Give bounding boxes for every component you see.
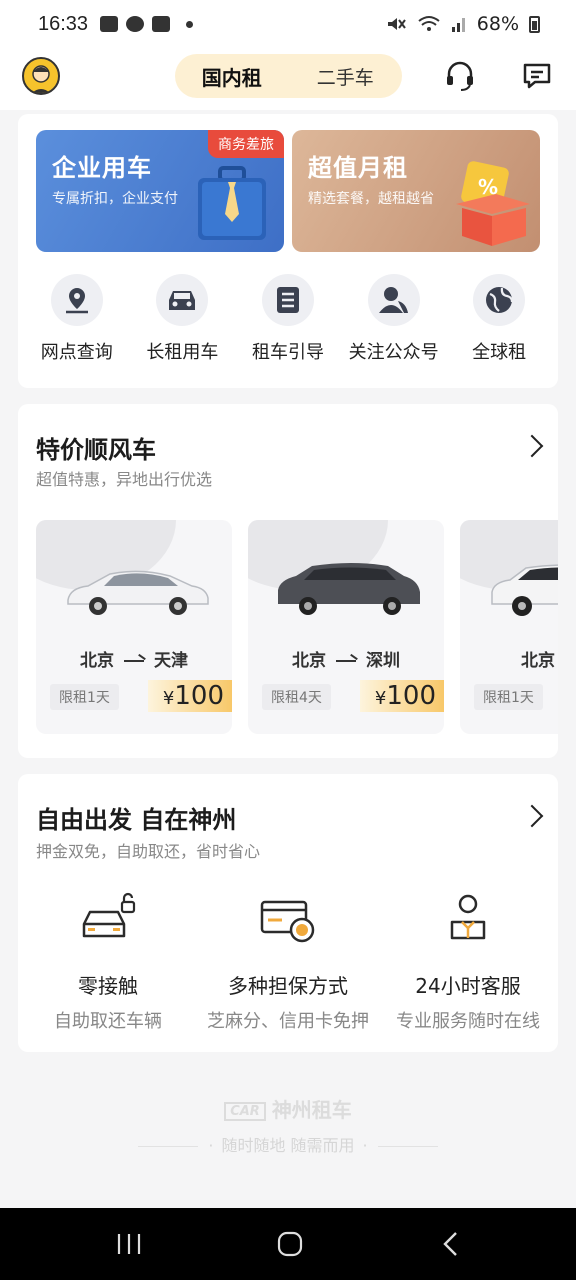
feature-subtitle: 芝麻分、信用卡免押: [207, 1011, 369, 1032]
monthly-rental-banner[interactable]: 超值月租 精选套餐，越租越省 %: [292, 130, 540, 252]
feature-item: 多种担保方式 芝麻分、信用卡免押: [198, 892, 378, 1033]
arrow-right-icon: [336, 660, 356, 662]
banner-title: 企业用车: [52, 154, 152, 182]
route-to: 深圳: [366, 651, 400, 671]
agent-icon: [450, 894, 486, 940]
chevron-right-icon[interactable]: [520, 434, 544, 458]
briefcase-icon: [198, 166, 266, 240]
quick-link-label: 全球租: [472, 342, 527, 363]
back-icon[interactable]: [440, 1230, 460, 1258]
features-card: 自由出发 自在神州 押金双免，自助取还，省时省心 零接触 自助取还车辆 多种担保: [18, 774, 558, 1052]
wifi-icon: [418, 16, 440, 31]
section-subtitle: 超值特惠，异地出行优选: [36, 470, 213, 489]
feature-subtitle: 专业服务随时在线: [396, 1011, 540, 1032]
recent-apps-icon[interactable]: [116, 1230, 142, 1258]
user-icon: [378, 287, 408, 313]
card-coin-icon: [260, 900, 315, 943]
system-nav-bar: [0, 1208, 576, 1280]
quick-links: 网点查询 长租用车 租车引导 关注公众号 全球租: [18, 274, 558, 364]
signal-icon: [451, 18, 465, 32]
quick-link-label: 租车引导: [251, 342, 324, 363]
banner-subtitle: 精选套餐，越租越省: [308, 191, 434, 207]
document-icon: [276, 287, 299, 313]
quick-link-branch-search[interactable]: 网点查询: [27, 274, 127, 364]
deal-route: 北京 天津: [36, 646, 232, 671]
status-bar: 16:33 68%: [0, 0, 576, 48]
feature-subtitle: 自助取还车辆: [54, 1011, 162, 1032]
globe-icon: [486, 287, 514, 313]
more-notifications-icon: [186, 20, 194, 28]
banner-tag: 商务差旅: [208, 130, 284, 158]
arrow-right-icon: [124, 660, 144, 662]
enterprise-banner[interactable]: 商务差旅 企业用车 专属折扣，企业支付: [36, 130, 284, 252]
mute-icon: [387, 18, 406, 30]
app-header: 国内租 二手车: [0, 48, 576, 110]
car-lock-icon: [82, 892, 136, 938]
quick-link-rental-guide[interactable]: 租车引导: [238, 274, 338, 364]
brand-name: 神州租车: [271, 1098, 352, 1122]
brand-mark: CAR: [224, 1102, 266, 1121]
brand-logo: CAR 神州租车: [0, 1094, 576, 1123]
brand-slogan: · 随时随地 随需而用 ·: [0, 1132, 576, 1156]
banner-subtitle: 专属折扣，企业支付: [52, 191, 178, 207]
quick-link-long-term[interactable]: 长租用车: [132, 274, 232, 364]
tab-domestic-rental[interactable]: 国内租: [175, 62, 289, 91]
gallery-notification-icon: [100, 16, 119, 32]
quick-link-label: 关注公众号: [348, 342, 439, 363]
feature-list: 零接触 自助取还车辆 多种担保方式 芝麻分、信用卡免押 24小时客服 专业服务随…: [18, 892, 558, 1033]
deal-card[interactable]: 北京 限租1天: [460, 520, 558, 734]
deal-limit: 限租4天: [262, 684, 331, 710]
section-title: 特价顺风车: [36, 436, 156, 464]
section-title: 自由出发 自在神州: [36, 806, 237, 834]
deal-limit: 限租1天: [50, 684, 119, 710]
battery-icon: [529, 15, 540, 33]
deal-route: 北京: [460, 646, 558, 671]
status-time: 16:33: [38, 12, 89, 35]
quick-link-label: 网点查询: [40, 342, 113, 363]
location-pin-icon: [65, 288, 88, 314]
quick-link-global-rental[interactable]: 全球租: [449, 274, 549, 364]
deal-card[interactable]: 北京 天津 限租1天 ¥100: [36, 520, 232, 734]
van-car-icon: [278, 563, 420, 615]
quick-link-follow-account[interactable]: 关注公众号: [344, 274, 444, 364]
feature-title: 零接触: [78, 974, 138, 998]
service-tabs: 国内租 二手车: [175, 54, 402, 98]
feature-title: 24小时客服: [415, 974, 521, 998]
suv-car-icon: [491, 564, 558, 616]
sedan-car-icon: [67, 570, 209, 615]
deal-limit: 限租1天: [474, 684, 543, 710]
deals-carousel[interactable]: 北京 天津 限租1天 ¥100 北京 深圳 限租4天 ¥100 北京 限租1天: [36, 520, 558, 736]
car-icon: [169, 291, 196, 310]
message-icon[interactable]: [521, 60, 553, 92]
headset-icon[interactable]: [444, 60, 476, 92]
feature-item: 24小时客服 专业服务随时在线: [378, 892, 558, 1033]
deal-price: ¥100: [148, 680, 232, 712]
gift-box-icon: %: [456, 161, 530, 246]
feature-title: 多种担保方式: [228, 974, 348, 998]
services-card: 商务差旅 企业用车 专属折扣，企业支付 超值月租 精选套餐，越租越省 % 网点查…: [18, 114, 558, 388]
quick-link-label: 长租用车: [146, 342, 219, 363]
route-from: 北京: [80, 651, 114, 671]
deal-price: ¥100: [360, 680, 444, 712]
feature-item: 零接触 自助取还车辆: [18, 892, 198, 1033]
home-icon[interactable]: [276, 1230, 304, 1258]
section-subtitle: 押金双免，自助取还，省时省心: [36, 842, 261, 861]
tab-used-cars[interactable]: 二手车: [289, 63, 403, 90]
battery-percent: 68%: [476, 13, 519, 35]
app-notification-icon: [126, 16, 145, 32]
avatar[interactable]: [22, 57, 60, 95]
banner-title: 超值月租: [308, 154, 408, 182]
route-to: 天津: [154, 651, 188, 671]
deal-card[interactable]: 北京 深圳 限租4天 ¥100: [248, 520, 444, 734]
check-notification-icon: [152, 16, 171, 32]
route-from: 北京: [292, 651, 326, 671]
deals-card: 特价顺风车 超值特惠，异地出行优选 北京 天津 限租1天 ¥100 北京 深圳 …: [18, 404, 558, 758]
deal-route: 北京 深圳: [248, 646, 444, 671]
route-from: 北京: [521, 651, 555, 671]
chevron-right-icon[interactable]: [520, 804, 544, 828]
